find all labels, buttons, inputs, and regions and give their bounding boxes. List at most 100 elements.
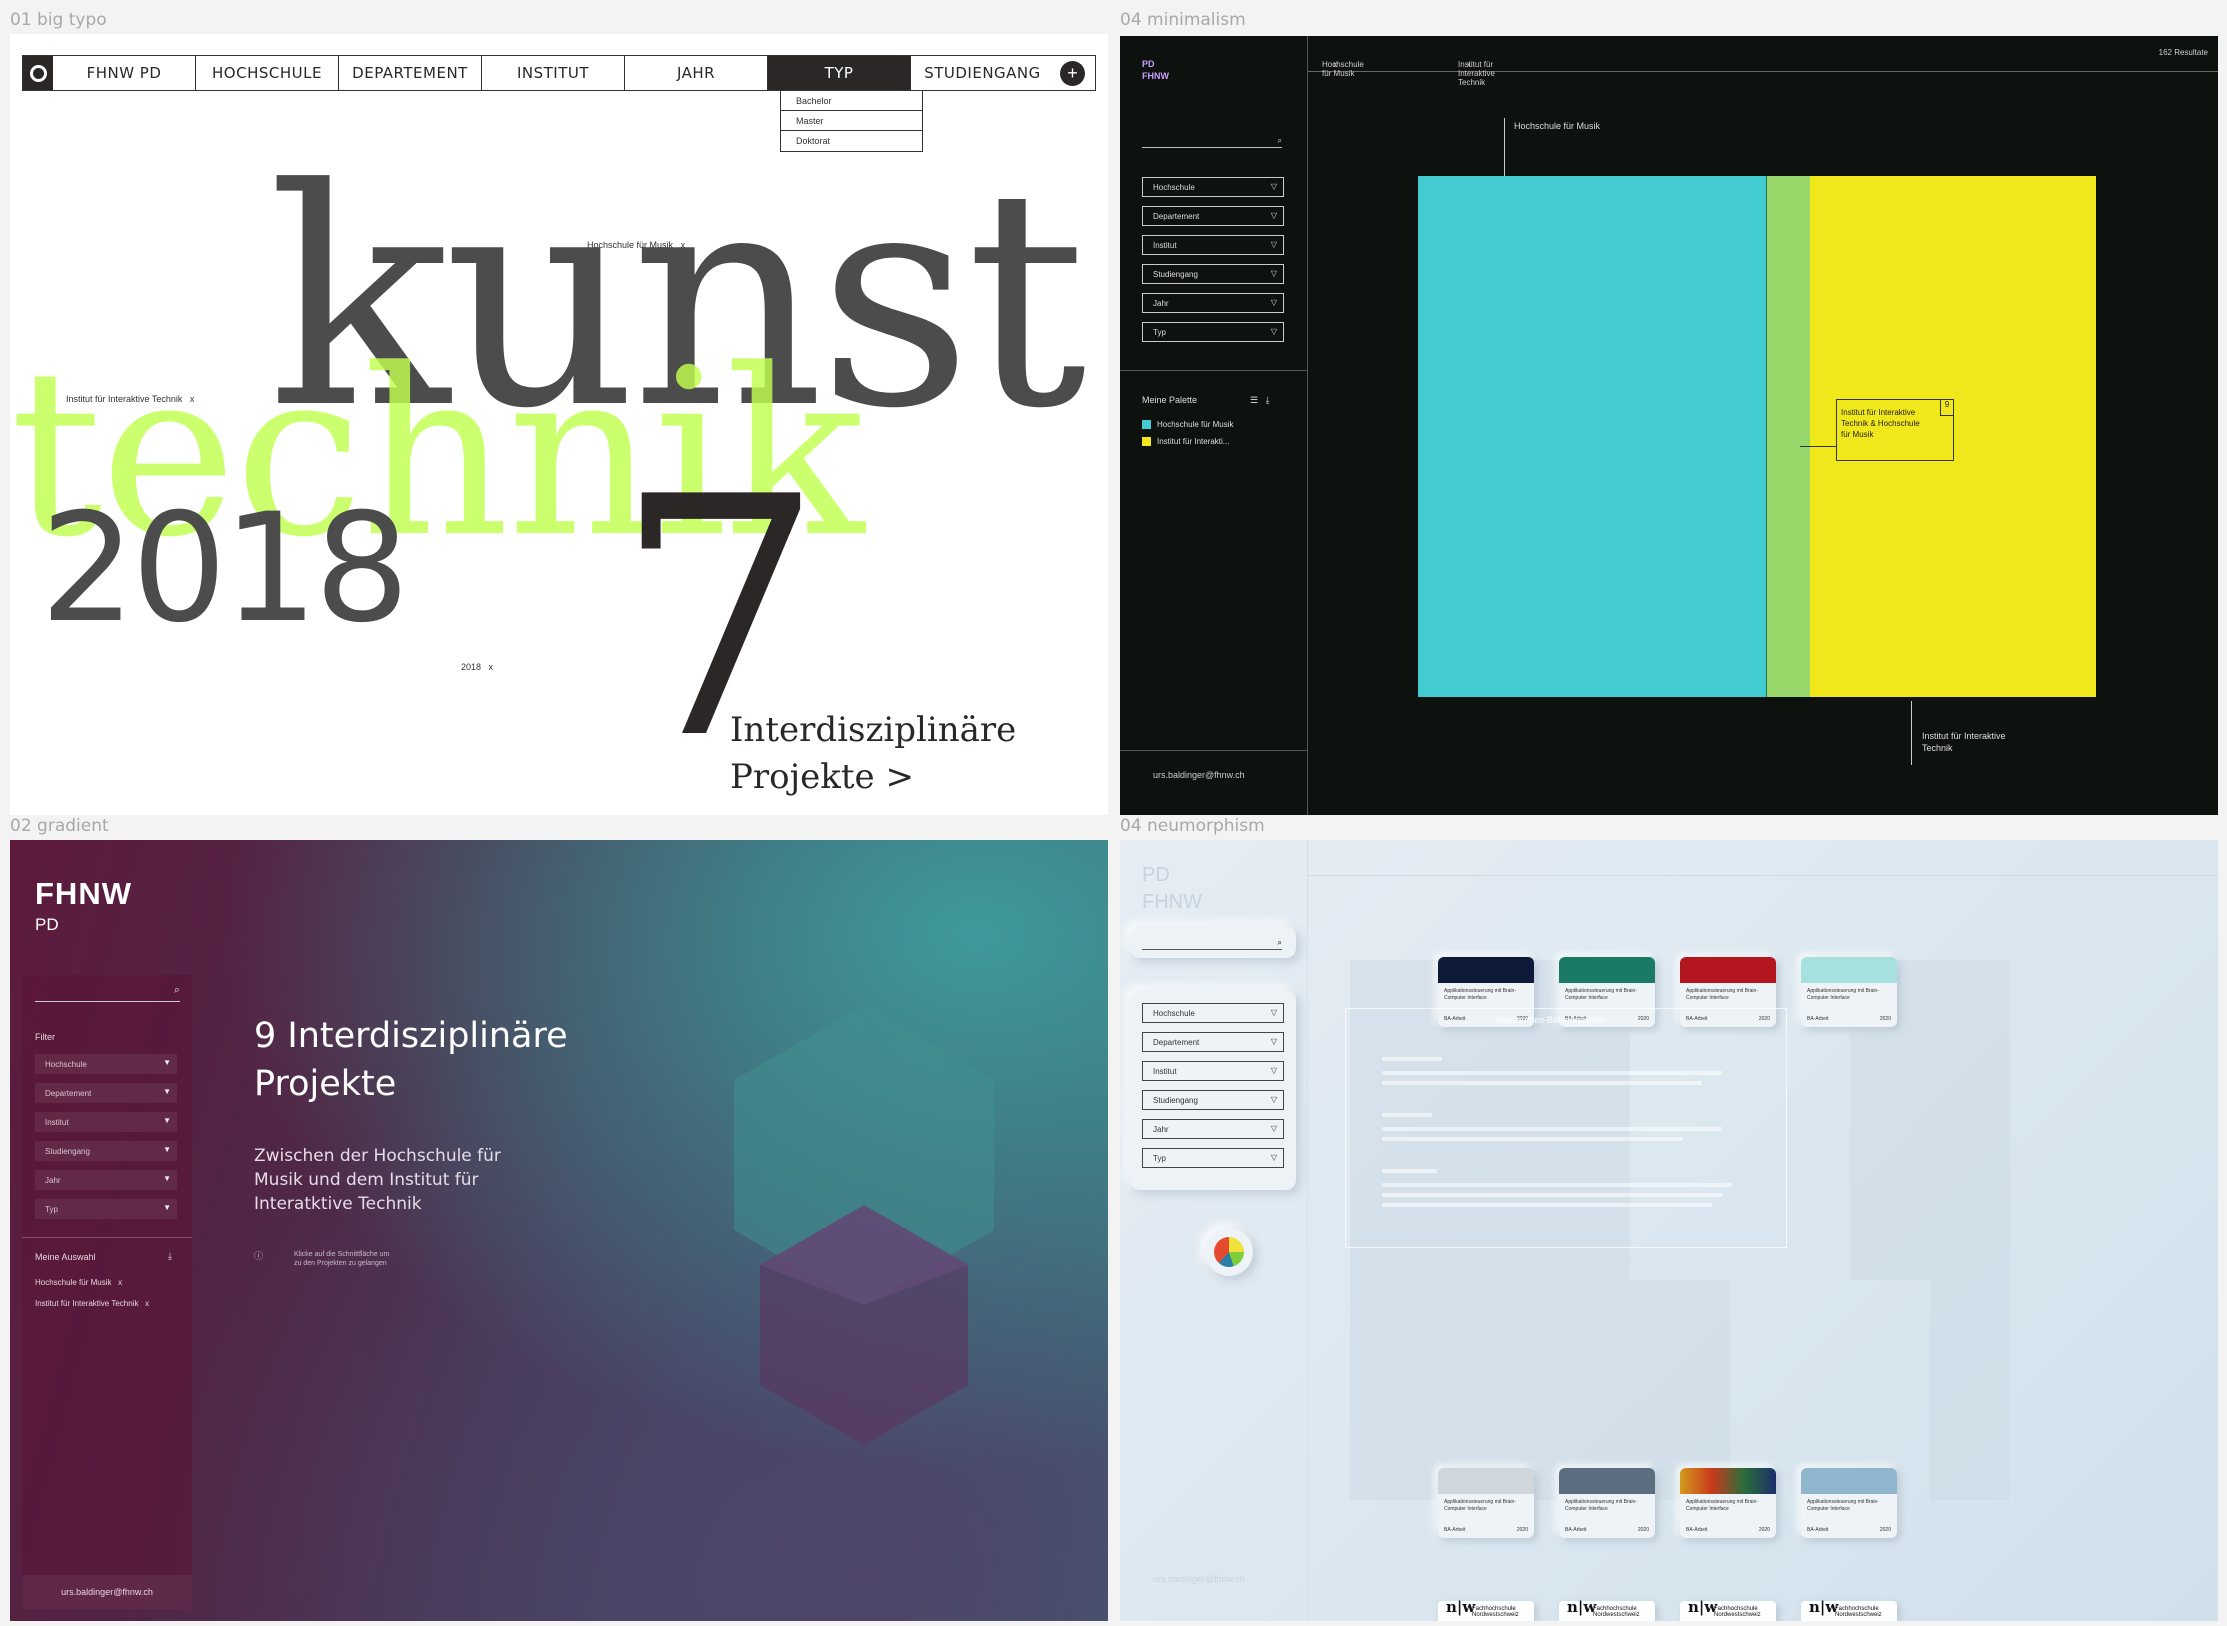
close-icon[interactable]: x [489, 662, 494, 672]
close-icon[interactable]: x [1467, 60, 1471, 69]
download-icon[interactable]: ⤓ [168, 1251, 172, 1262]
logo[interactable]: PD FHNW [1142, 862, 1202, 916]
project-card[interactable]: Applikationssteuerung mit Brain- Compute… [1801, 957, 1897, 1027]
card-title: Applikationssteuerung mit Brain- Compute… [1686, 988, 1758, 1001]
chevron-down-icon: ▽ [1270, 269, 1277, 278]
palette-chart-button[interactable] [1205, 1228, 1253, 1276]
filter-institut[interactable]: Institut ▽ [1142, 1061, 1284, 1081]
filter-departement[interactable]: Departement ▽ [1142, 1032, 1284, 1052]
divider [1120, 750, 1308, 751]
home-button[interactable] [23, 56, 53, 90]
minimalism-frame: PD FHNW ⌕ Hochschule ▽ Departement ▽ Instit… [1120, 36, 2218, 815]
selection-item-technik[interactable]: Institut für Interaktive Technik x [35, 1299, 149, 1308]
color-swatch [1142, 420, 1151, 429]
search-icon: ⌕ [173, 984, 180, 996]
filter-typ[interactable]: Typ ▽ [1142, 1148, 1284, 1168]
filter-departement[interactable]: Departement ▼ [35, 1083, 177, 1103]
nav-item-typ[interactable]: TYP [768, 56, 911, 90]
filter-hochschule[interactable]: Hochschule ▼ [35, 1054, 177, 1074]
project-card[interactable]: Applikationssteuerung mit Brain- Compute… [1680, 1468, 1776, 1538]
top-nav: FHNW PD HOCHSCHULE DEPARTEMENT INSTITUT … [22, 55, 1096, 91]
user-email[interactable]: urs.baldinger@fhnw.ch [22, 1575, 192, 1609]
intersection-callout[interactable]: Institut für Interaktive Technik & Hochs… [1836, 399, 1954, 461]
card-type: BA-Arbeit [1444, 1527, 1466, 1533]
active-tag-technik[interactable]: Institut für Interaktive Technik x [1458, 48, 1495, 87]
fhnw-logo-card[interactable]: n|w Fachhochschule Nordwestschweiz [1559, 1600, 1655, 1621]
download-icon[interactable]: ⤓ [1266, 395, 1270, 405]
filter-hochschule[interactable]: Hochschule ▽ [1142, 177, 1284, 197]
projects-link[interactable]: Interdisziplinäre Projekte > [730, 707, 1016, 801]
fhnw-logo-card[interactable]: n|w Fachhochschule Nordwestschweiz [1680, 1600, 1776, 1621]
close-icon[interactable]: x [118, 1278, 122, 1287]
filter-typ[interactable]: Typ ▼ [35, 1199, 177, 1219]
nav-item-jahr[interactable]: JAHR [625, 56, 768, 90]
project-thumbnail [1801, 1468, 1897, 1494]
user-email[interactable]: urs.baldinger@fhnw.ch [1153, 1574, 1245, 1584]
nav-item-institut[interactable]: INSTITUT [482, 56, 625, 90]
text-line [1382, 1071, 1722, 1075]
intersection-area[interactable] [1766, 176, 1810, 697]
filter-jahr[interactable]: Jahr ▽ [1142, 1119, 1284, 1139]
filter-label: Studiengang [1153, 1096, 1198, 1105]
active-tag-musik[interactable]: Hochschule für Musik x [1322, 48, 1364, 78]
selection-item-musik[interactable]: Hochschule für Musik x [35, 1278, 122, 1287]
search-input[interactable]: ⌕ [1142, 938, 1282, 950]
palette-item-musik[interactable]: Hochschule für Musik [1142, 420, 1233, 429]
project-card[interactable]: Applikationssteuerung mit Brain- Compute… [1559, 1468, 1655, 1538]
tag-label: 2018 [461, 662, 482, 672]
logo[interactable]: FHNW [35, 876, 132, 912]
search-input[interactable]: ⌕ [1142, 136, 1282, 148]
dropdown-option-bachelor[interactable]: Bachelor [781, 91, 922, 111]
user-email[interactable]: urs.baldinger@fhnw.ch [1153, 770, 1245, 780]
tag-year[interactable]: 2018 x [461, 662, 493, 672]
callout-line: Technik & Hochschule [1841, 419, 1920, 428]
nav-item-fhnw-pd[interactable]: FHNW PD [53, 56, 196, 90]
filter-label: Typ [45, 1205, 58, 1214]
palette-actions: ☰ ⤓ [1250, 395, 1270, 406]
palette-item-technik[interactable]: Institut für Interakti... [1142, 437, 1229, 446]
nav-item-hochschule[interactable]: HOCHSCHULE [196, 56, 339, 90]
chevron-down-icon: ▽ [1270, 298, 1277, 307]
card-title: Applikationssteuerung mit Brain- Compute… [1807, 988, 1879, 1001]
filter-institut[interactable]: Institut ▼ [35, 1112, 177, 1132]
filter-institut[interactable]: Institut ▽ [1142, 235, 1284, 255]
card-title: Applikationssteuerung mit Brain- Compute… [1807, 1499, 1879, 1512]
filter-settings-icon[interactable]: ☰ [1250, 395, 1258, 405]
card-type: BA-Arbeit [1686, 1527, 1708, 1533]
nav-item-studiengang[interactable]: STUDIENGANG [911, 56, 1054, 90]
fhnw-logo-card[interactable]: n|w Fachhochschule Nordwestschweiz [1438, 1600, 1534, 1621]
filter-typ[interactable]: Typ ▽ [1142, 322, 1284, 342]
musik-area[interactable] [1418, 176, 1766, 697]
selection-title: Meine Auswahl [35, 1252, 96, 1262]
filter-studiengang[interactable]: Studiengang ▽ [1142, 264, 1284, 284]
close-icon[interactable]: x [190, 394, 195, 404]
project-card[interactable]: Applikationssteuerung mit Brain- Compute… [1438, 1468, 1534, 1538]
close-icon[interactable]: x [1333, 60, 1337, 69]
card-year: 2020 [1879, 1016, 1891, 1022]
filter-departement[interactable]: Departement ▽ [1142, 206, 1284, 226]
chevron-down-icon: ▽ [1270, 182, 1277, 191]
label-line: Technik [1922, 743, 1953, 753]
tag-hochschule-musik[interactable]: Hochschule für Musik x [587, 240, 685, 250]
filter-jahr[interactable]: Jahr ▽ [1142, 293, 1284, 313]
project-detail[interactable]: Ressourcen-Belegungsplan [1345, 1008, 1787, 1248]
project-card[interactable]: Applikationssteuerung mit Brain- Compute… [1801, 1468, 1897, 1538]
word-year[interactable]: 2018 [40, 494, 410, 644]
palette-label: Institut für Interakti... [1157, 437, 1230, 446]
filter-studiengang[interactable]: Studiengang ▽ [1142, 1090, 1284, 1110]
close-icon[interactable]: x [681, 240, 686, 250]
plus-icon[interactable]: + [1060, 61, 1085, 86]
logo[interactable]: PD FHNW [1142, 58, 1169, 82]
filter-hochschule[interactable]: Hochschule ▽ [1142, 1003, 1284, 1023]
subtitle-line: Interatktive Technik [254, 1194, 422, 1214]
tag-institut-technik[interactable]: Institut für Interaktive Technik x [66, 394, 194, 404]
text-line [1382, 1057, 1442, 1061]
card-type: BA-Arbeit [1807, 1527, 1829, 1533]
nav-item-departement[interactable]: DEPARTEMENT [339, 56, 482, 90]
close-icon[interactable]: x [145, 1299, 149, 1308]
search-input[interactable]: ⌕ [35, 984, 180, 1002]
chevron-down-icon: ▽ [1270, 1037, 1277, 1046]
filter-jahr[interactable]: Jahr ▼ [35, 1170, 177, 1190]
fhnw-logo-card[interactable]: n|w Fachhochschule Nordwestschweiz [1801, 1600, 1897, 1621]
filter-studiengang[interactable]: Studiengang ▼ [35, 1141, 177, 1161]
